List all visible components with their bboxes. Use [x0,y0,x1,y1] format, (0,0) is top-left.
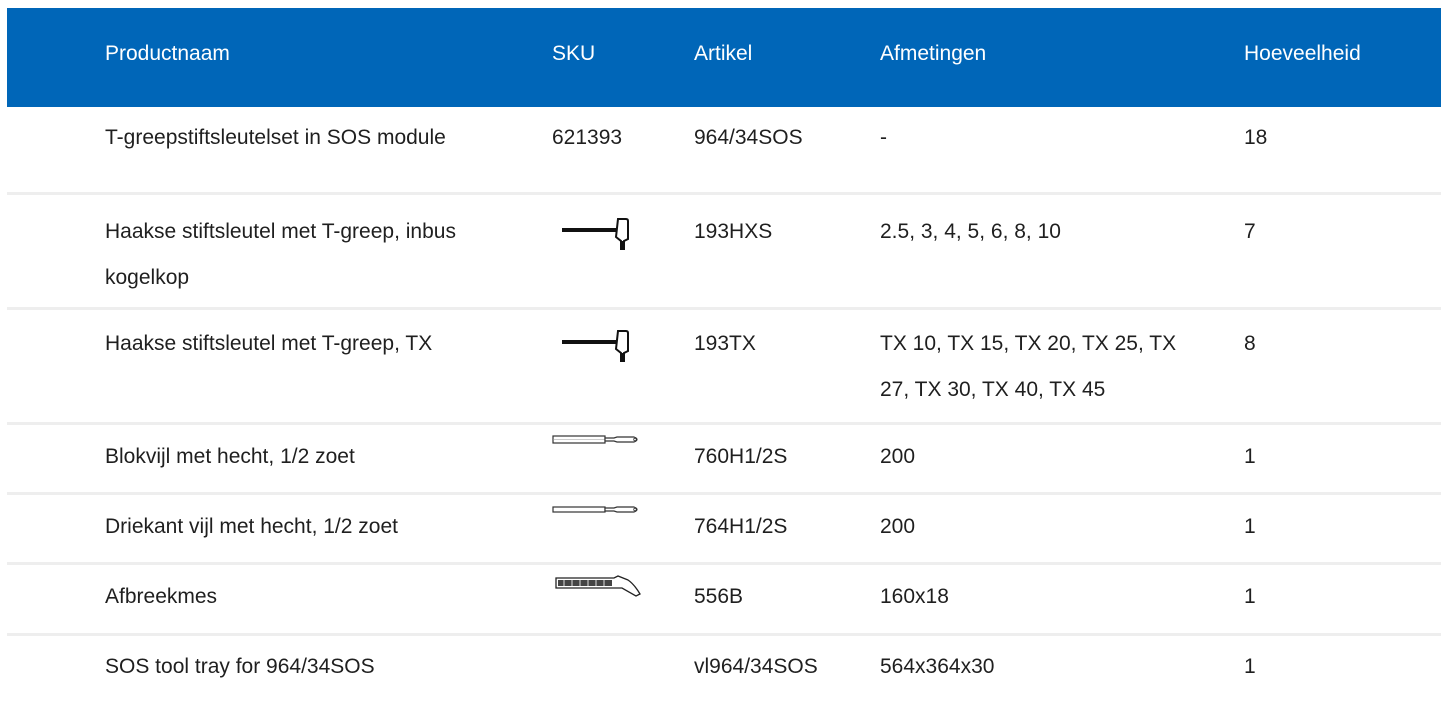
product-name: Haakse stiftsleutel met T-greep, TX [105,332,433,355]
table-row: Haakse stiftsleutel met T-greep, TX 193T… [7,310,1441,425]
header-sku: SKU [552,42,596,65]
product-hoeveelheid: 8 [1244,332,1256,355]
table-row: Haakse stiftsleutel met T-greep, inbus k… [7,195,1441,310]
header-artikel: Artikel [694,42,753,65]
product-artikel: 556B [694,585,744,608]
product-artikel: 193TX [694,332,756,355]
product-afmetingen: 2.5, 3, 4, 5, 6, 8, 10 [880,220,1061,243]
triangular-file-icon [552,503,642,519]
table-row: T-greepstiftsleutelset in SOS module 621… [7,107,1441,195]
table-row: Driekant vijl met hecht, 1/2 zoet 764H1/… [7,495,1441,565]
table-row: SOS tool tray for 964/34SOS vl964/34SOS … [7,636,1441,702]
table-row: Blokvijl met hecht, 1/2 zoet 760H1/2S 20… [7,425,1441,495]
product-afmetingen: 200 [880,445,916,468]
product-table: Productnaam SKU Artikel Afmetingen Hoeve… [7,8,1441,702]
product-afmetingen: - [880,126,887,149]
product-name: Driekant vijl met hecht, 1/2 zoet [105,515,398,538]
product-artikel: 760H1/2S [694,445,788,468]
snap-off-knife-icon [552,574,642,598]
product-artikel: 764H1/2S [694,515,788,538]
product-artikel: 193HXS [694,220,773,243]
header-afmetingen: Afmetingen [880,42,987,65]
product-afmetingen: 160x18 [880,585,949,608]
product-hoeveelheid: 7 [1244,220,1256,243]
t-handle-key-icon [552,323,632,363]
product-name: Blokvijl met hecht, 1/2 zoet [105,445,355,468]
product-hoeveelheid: 1 [1244,655,1256,678]
t-handle-key-icon [552,211,632,251]
product-name: T-greepstiftsleutelset in SOS module [105,126,446,149]
product-hoeveelheid: 1 [1244,585,1256,608]
product-artikel: vl964/34SOS [694,655,818,678]
product-name: Haakse stiftsleutel met T-greep, inbus k… [105,220,456,289]
product-name: Afbreekmes [105,585,218,608]
product-hoeveelheid: 1 [1244,445,1256,468]
flat-file-icon [552,433,642,449]
product-afmetingen: TX 10, TX 15, TX 20, TX 25, TX 27, TX 30… [880,332,1177,401]
product-hoeveelheid: 1 [1244,515,1256,538]
table-row: Afbreekmes 556B 160x18 1 [7,565,1441,636]
header-productnaam: Productnaam [105,42,230,65]
product-afmetingen: 200 [880,515,916,538]
product-hoeveelheid: 18 [1244,126,1268,149]
product-name: SOS tool tray for 964/34SOS [105,655,375,678]
product-artikel: 964/34SOS [694,126,803,149]
product-sku: 621393 [552,126,623,149]
header-hoeveelheid: Hoeveelheid [1244,42,1361,65]
product-afmetingen: 564x364x30 [880,655,995,678]
table-header: Productnaam SKU Artikel Afmetingen Hoeve… [7,8,1441,107]
